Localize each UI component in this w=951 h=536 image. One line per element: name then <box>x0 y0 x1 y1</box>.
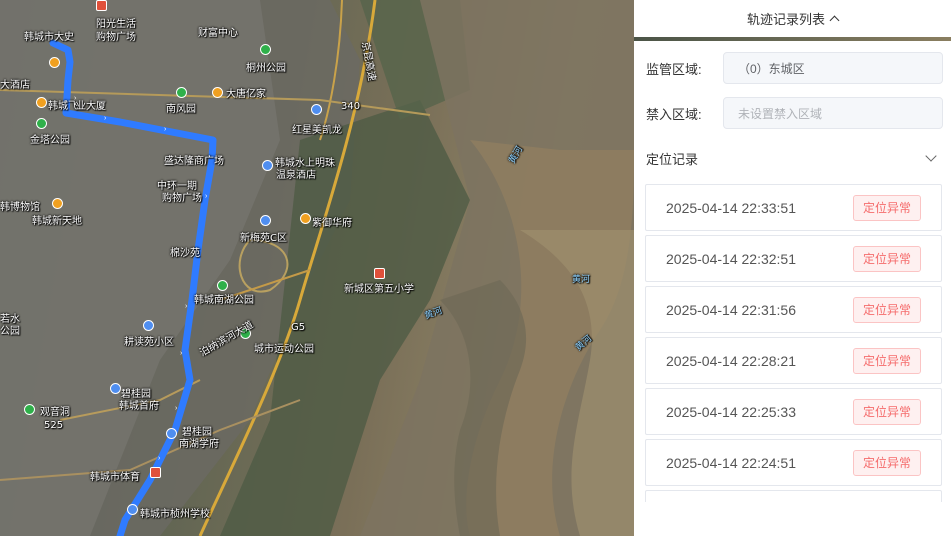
record-row[interactable]: 2025-04-14 22:25:33 定位异常 <box>645 388 942 435</box>
park-poi-icon[interactable] <box>24 404 35 415</box>
map-label: 新梅苑C区 <box>240 233 287 244</box>
map-label: 桐州公园 <box>246 63 286 74</box>
residential-icon[interactable] <box>143 320 154 331</box>
status-badge: 定位异常 <box>852 194 921 221</box>
hotel-icon[interactable] <box>262 160 273 171</box>
map-label: 观音洞 <box>40 407 70 418</box>
record-row[interactable] <box>645 490 942 502</box>
map-label: G5 <box>291 322 306 333</box>
park-poi-icon[interactable] <box>36 118 47 129</box>
residential-icon[interactable] <box>110 383 121 394</box>
supervision-area-row: 监管区域: （0）东城区 <box>634 50 951 86</box>
chevron-up-icon <box>829 15 840 26</box>
map-label: 大酒店 <box>0 80 30 91</box>
supervision-area-field[interactable]: （0）东城区 <box>723 52 943 84</box>
record-time: 2025-04-14 22:24:51 <box>666 454 796 471</box>
track-list-toggle[interactable]: 轨迹记录列表 <box>634 0 951 37</box>
map-label: 大唐亿家 <box>226 89 266 100</box>
park-poi-icon[interactable] <box>260 44 271 55</box>
metro-icon[interactable] <box>311 104 322 115</box>
status-badge: 定位异常 <box>852 296 921 323</box>
map-label: 棉沙苑 <box>170 248 200 259</box>
map-label: 韩城新天地 <box>32 216 82 227</box>
park-poi-icon[interactable] <box>176 87 187 98</box>
map-label: 南风园 <box>166 104 196 115</box>
residential-icon[interactable] <box>260 215 271 226</box>
poi-icon[interactable] <box>212 87 223 98</box>
record-row[interactable]: 2025-04-14 22:33:51 定位异常 <box>645 184 942 231</box>
map-label: 韩博物馆 <box>0 202 40 213</box>
map-label: 韩城市桢州学校 <box>140 509 210 520</box>
record-row[interactable]: 2025-04-14 22:24:51 定位异常 <box>645 439 942 486</box>
map-label: 525 <box>44 420 64 431</box>
map-label: 购物广场 <box>96 32 136 43</box>
map-imagery: ››› ››› ››› <box>0 0 634 536</box>
record-time: 2025-04-14 22:32:51 <box>666 250 796 267</box>
satellite-map[interactable]: › › › › › › › › › 韩城市大史 阳光生活 购物广场 财富中心 桐州公园 大酒… <box>0 0 634 536</box>
poi-icon[interactable] <box>49 57 60 68</box>
map-label: 公园 <box>0 326 20 337</box>
map-label: 南湖学府 <box>179 439 219 450</box>
record-time: 2025-04-14 22:33:51 <box>666 199 796 216</box>
map-label: 韩城南湖公园 <box>194 295 254 306</box>
map-label: 韩城市大史 <box>24 32 74 43</box>
map-label: 业大厦 <box>76 101 106 112</box>
status-badge: 定位异常 <box>852 347 921 374</box>
location-record-list[interactable]: 2025-04-14 22:33:51 定位异常 2025-04-14 22:3… <box>645 184 942 502</box>
map-label: 韩城市体育 <box>90 472 140 483</box>
forbidden-area-field[interactable]: 未设置禁入区域 <box>723 97 943 129</box>
map-label: 温泉酒店 <box>276 170 316 181</box>
record-row[interactable]: 2025-04-14 22:32:51 定位异常 <box>645 235 942 282</box>
status-badge: 定位异常 <box>852 398 921 425</box>
poi-icon[interactable] <box>36 97 47 108</box>
poi-icon[interactable] <box>300 213 311 224</box>
school-icon[interactable] <box>127 504 138 515</box>
location-records-toggle[interactable]: 定位记录 <box>634 138 951 178</box>
panel-title: 轨迹记录列表 <box>746 12 825 27</box>
forbidden-area-row: 禁入区域: 未设置禁入区域 <box>634 95 951 131</box>
panel-divider <box>634 37 951 41</box>
map-label: 金塔公园 <box>30 135 70 146</box>
shopping-poi-icon[interactable] <box>96 0 107 11</box>
map-label: 盛达隆商广场 <box>164 156 224 167</box>
record-row[interactable]: 2025-04-14 22:28:21 定位异常 <box>645 337 942 384</box>
record-time: 2025-04-14 22:25:33 <box>666 403 796 420</box>
map-label: 韩城飞 <box>48 101 78 112</box>
record-row[interactable]: 2025-04-14 22:31:56 定位异常 <box>645 286 942 333</box>
map-label: 新城区第五小学 <box>344 284 414 295</box>
map-label: 耕读苑小区 <box>124 337 174 348</box>
map-label: 购物广场 <box>162 193 202 204</box>
park-poi-icon[interactable] <box>217 280 228 291</box>
map-label: 财富中心 <box>198 28 238 39</box>
chevron-down-icon <box>925 150 937 162</box>
poi-icon[interactable] <box>52 198 63 209</box>
map-label: 韩城首府 <box>119 401 159 412</box>
school-icon[interactable] <box>374 268 385 279</box>
forbidden-area-label: 禁入区域: <box>646 106 702 122</box>
status-badge: 定位异常 <box>852 245 921 272</box>
map-label: 红星美凯龙 <box>292 125 342 136</box>
river-label: 黄河 <box>572 275 591 285</box>
residential-icon[interactable] <box>166 428 177 439</box>
map-label: 紫御华府 <box>312 218 352 229</box>
status-badge: 定位异常 <box>852 449 921 476</box>
record-time: 2025-04-14 22:31:56 <box>666 301 796 318</box>
map-label: 340 <box>341 101 361 112</box>
record-time: 2025-04-14 22:28:21 <box>666 352 796 369</box>
stadium-icon[interactable] <box>150 467 161 478</box>
map-label: 城市运动公园 <box>254 344 314 355</box>
location-records-label: 定位记录 <box>646 151 699 167</box>
supervision-area-label: 监管区域: <box>646 61 702 77</box>
